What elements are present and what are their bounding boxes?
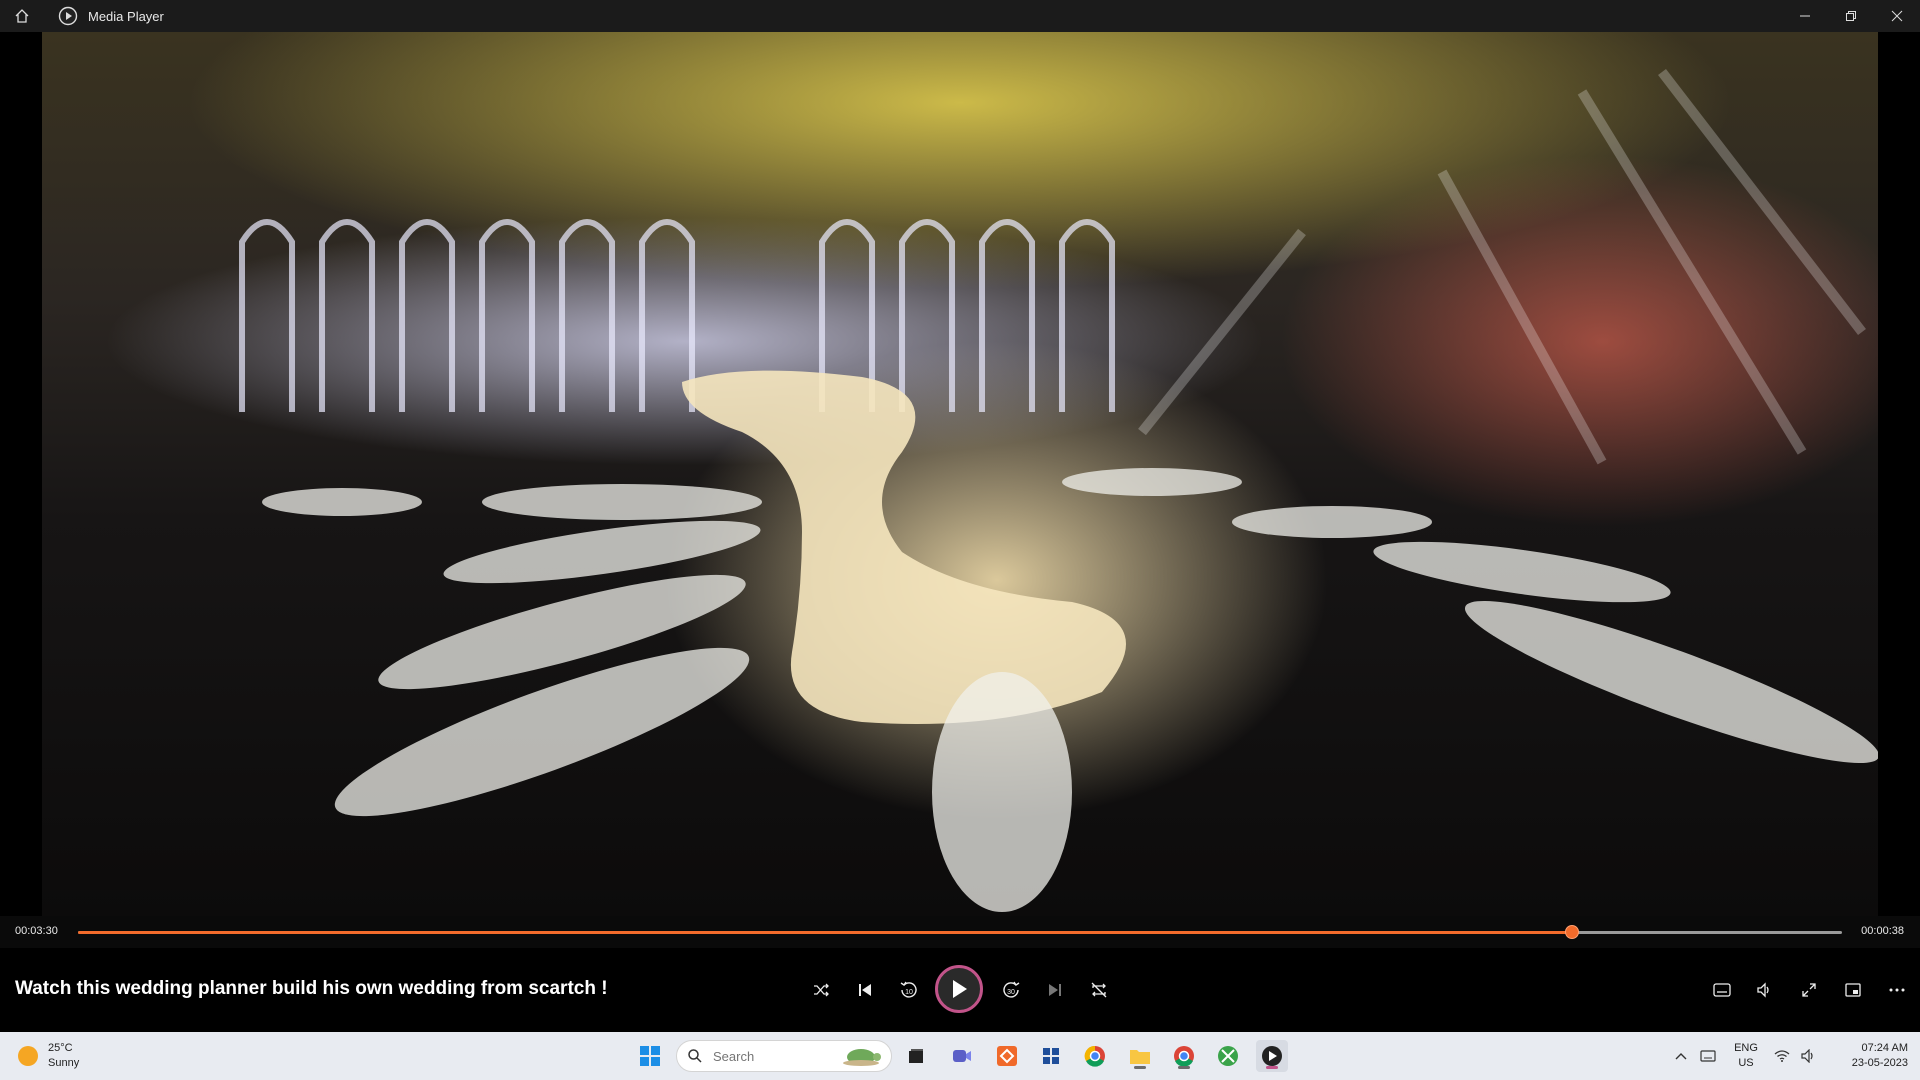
store-button[interactable]	[1035, 1040, 1067, 1072]
fullscreen-icon	[1802, 983, 1816, 997]
running-indicator	[1134, 1066, 1146, 1069]
video-scene	[239, 68, 1878, 912]
language-line1: ENG	[1734, 1042, 1758, 1054]
home-button[interactable]	[0, 0, 44, 32]
restore-icon	[1846, 11, 1856, 21]
media-player-taskbar-button[interactable]	[1256, 1040, 1288, 1072]
window-title: Media Player	[88, 8, 164, 24]
language-line2: US	[1738, 1057, 1754, 1069]
remaining-time: 00:00:38	[1861, 925, 1904, 937]
keyboard-icon	[1700, 1050, 1716, 1062]
shuffle-button[interactable]	[803, 972, 839, 1008]
teams-button[interactable]	[946, 1040, 978, 1072]
task-view-button[interactable]	[900, 1040, 932, 1072]
clock-date: 23-05-2023	[1851, 1057, 1908, 1069]
clock-time: 07:24 AM	[1861, 1042, 1908, 1054]
weather-temp: 25°C	[48, 1042, 73, 1054]
minimize-button[interactable]	[1782, 0, 1828, 32]
media-player-icon	[1262, 1046, 1282, 1066]
running-indicator	[1178, 1066, 1190, 1069]
forward-30-button[interactable]: 30	[993, 972, 1029, 1008]
file-explorer-icon	[1130, 1050, 1150, 1064]
chrome-icon	[1084, 1045, 1105, 1067]
miniplayer-icon	[1845, 983, 1861, 997]
title-bar: Media Player	[0, 0, 1920, 32]
turtle-highlight-icon	[843, 1049, 881, 1066]
taskbar: 25°C Sunny Search ENG US 07:24 AM 23-05-…	[0, 1032, 1920, 1080]
close-button[interactable]	[1874, 0, 1920, 32]
rewind-label: 10	[905, 989, 913, 996]
network-volume-button[interactable]	[1768, 1049, 1820, 1063]
repeat-off-icon	[1091, 982, 1107, 998]
next-button[interactable]	[1037, 972, 1073, 1008]
xbox-icon	[1218, 1046, 1238, 1066]
forward-label: 30	[1007, 989, 1015, 996]
app-icon	[997, 1046, 1017, 1066]
chrome-button[interactable]	[1079, 1040, 1111, 1072]
chevron-up-icon	[1675, 1053, 1687, 1060]
clock[interactable]: 07:24 AM 23-05-2023	[1828, 1041, 1908, 1071]
forward-30-icon: 30	[1003, 981, 1020, 998]
store-icon	[1043, 1048, 1059, 1064]
video-frame[interactable]	[42, 32, 1878, 916]
home-icon	[15, 9, 29, 23]
seek-thumb[interactable]	[1565, 925, 1580, 939]
seek-bar-region: 00:03:30 00:00:38	[0, 916, 1920, 948]
play-button[interactable]	[935, 965, 983, 1013]
keyboard-button[interactable]	[1692, 1050, 1724, 1062]
weather-widget[interactable]: 25°C Sunny	[18, 1041, 79, 1071]
elapsed-time: 00:03:30	[15, 925, 58, 937]
sun-icon	[18, 1046, 38, 1066]
media-player-app-icon	[58, 6, 78, 26]
subtitles-icon	[1713, 983, 1731, 997]
start-button[interactable]	[634, 1040, 666, 1072]
chrome-profile-button[interactable]	[1168, 1040, 1200, 1072]
rewind-10-button[interactable]: 10	[891, 972, 927, 1008]
seek-slider[interactable]	[78, 925, 1842, 939]
taskbar-search[interactable]	[676, 1040, 892, 1072]
xbox-button[interactable]	[1212, 1040, 1244, 1072]
search-input[interactable]	[711, 1047, 825, 1065]
show-hidden-icons-button[interactable]	[1670, 1052, 1692, 1060]
weather-condition: Sunny	[48, 1057, 80, 1069]
more-icon	[1889, 988, 1905, 992]
windows-start-icon	[640, 1046, 660, 1066]
wifi-icon	[1774, 1050, 1789, 1062]
subtitles-button[interactable]	[1704, 972, 1740, 1008]
app-button[interactable]	[991, 1040, 1023, 1072]
video-title: Watch this wedding planner build his own…	[15, 978, 608, 999]
previous-button[interactable]	[847, 972, 883, 1008]
volume-icon	[1800, 1049, 1813, 1063]
next-icon	[1049, 984, 1061, 996]
control-bar: Watch this wedding planner build his own…	[0, 948, 1920, 1032]
volume-icon	[1757, 982, 1769, 998]
miniplayer-button[interactable]	[1835, 972, 1871, 1008]
more-options-button[interactable]	[1879, 972, 1915, 1008]
shuffle-icon	[814, 983, 829, 997]
language-indicator[interactable]: ENG US	[1724, 1041, 1768, 1071]
seek-progress-fill	[78, 931, 1573, 934]
chrome-profile-icon	[1174, 1046, 1194, 1067]
file-explorer-button[interactable]	[1124, 1040, 1156, 1072]
repeat-button[interactable]	[1081, 972, 1117, 1008]
close-icon	[1891, 10, 1903, 22]
system-tray: ENG US 07:24 AM 23-05-2023	[1670, 1032, 1908, 1080]
restore-button[interactable]	[1828, 0, 1874, 32]
task-view-icon	[909, 1049, 923, 1063]
teams-icon	[953, 1050, 971, 1062]
search-icon	[688, 1049, 702, 1063]
active-indicator	[1266, 1066, 1278, 1069]
play-icon	[953, 980, 967, 998]
previous-icon	[859, 984, 871, 996]
minimize-icon	[1800, 15, 1810, 17]
rewind-10-icon: 10	[900, 981, 917, 998]
fullscreen-button[interactable]	[1791, 972, 1827, 1008]
volume-button[interactable]	[1746, 972, 1782, 1008]
